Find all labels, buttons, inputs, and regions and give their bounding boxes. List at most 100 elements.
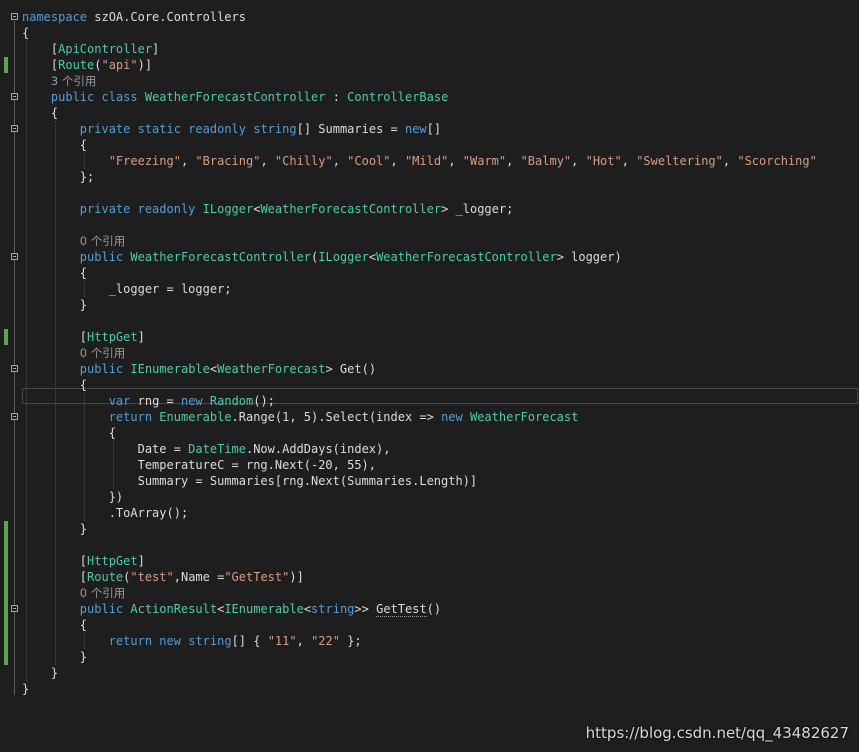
codelens-references[interactable]: 0 个引用 bbox=[80, 345, 125, 361]
code-line[interactable]: public class WeatherForecastController :… bbox=[0, 89, 859, 105]
code-line[interactable]: public WeatherForecastController(ILogger… bbox=[0, 249, 859, 265]
code-text: }; bbox=[22, 169, 94, 185]
code-token: (); bbox=[253, 394, 275, 408]
watermark: https://blog.csdn.net/qq_43482627 bbox=[585, 724, 849, 742]
change-marker bbox=[4, 521, 8, 537]
code-token: TemperatureC = rng.Next(-20, 55), bbox=[22, 458, 377, 472]
code-token: _logger = logger; bbox=[22, 282, 232, 296]
code-text: Summary = Summaries[rng.Next(Summaries.L… bbox=[22, 473, 478, 489]
code-line[interactable]: { bbox=[0, 137, 859, 153]
code-token: [ bbox=[22, 42, 59, 56]
code-token: new bbox=[441, 410, 463, 424]
change-marker bbox=[4, 553, 8, 569]
code-token: }; bbox=[339, 634, 362, 648]
code-line[interactable]: } bbox=[0, 521, 859, 537]
code-line[interactable]: { bbox=[0, 377, 859, 393]
code-token: private bbox=[79, 122, 131, 136]
code-token: , bbox=[296, 634, 312, 648]
code-line[interactable] bbox=[0, 313, 859, 329]
code-line[interactable]: { bbox=[0, 25, 859, 41]
code-line[interactable]: { bbox=[0, 105, 859, 121]
code-token: "Warm" bbox=[462, 154, 507, 168]
code-line[interactable]: public IEnumerable<WeatherForecast> Get(… bbox=[0, 361, 859, 377]
fold-toggle-icon[interactable] bbox=[11, 605, 18, 612]
code-token: ILogger bbox=[202, 202, 254, 216]
code-line[interactable]: { bbox=[0, 617, 859, 633]
code-token: > _logger; bbox=[441, 202, 514, 216]
codelens-references[interactable]: 0 个引用 bbox=[80, 585, 125, 601]
code-line[interactable]: TemperatureC = rng.Next(-20, 55), bbox=[0, 457, 859, 473]
code-line[interactable]: 0 个引用 bbox=[0, 585, 859, 601]
code-token: , bbox=[180, 154, 196, 168]
code-token: WeatherForecastController bbox=[260, 202, 442, 216]
code-token: string bbox=[253, 122, 297, 136]
code-line[interactable]: var rng = new Random(); bbox=[0, 393, 859, 409]
code-text: _logger = logger; bbox=[22, 281, 232, 297]
code-token: [] { bbox=[231, 634, 268, 648]
code-line[interactable]: }; bbox=[0, 169, 859, 185]
code-token: [ bbox=[22, 58, 59, 72]
change-marker bbox=[4, 633, 8, 649]
code-line[interactable]: Summary = Summaries[rng.Next(Summaries.L… bbox=[0, 473, 859, 489]
codelens-references[interactable]: 0 个引用 bbox=[80, 233, 125, 249]
code-line[interactable]: private readonly ILogger<WeatherForecast… bbox=[0, 201, 859, 217]
fold-toggle-icon[interactable] bbox=[11, 413, 18, 420]
code-line[interactable]: return Enumerable.Range(1, 5).Select(ind… bbox=[0, 409, 859, 425]
code-line[interactable]: [HttpGet] bbox=[0, 553, 859, 569]
code-line[interactable]: 0 个引用 bbox=[0, 345, 859, 361]
code-text: return Enumerable.Range(1, 5).Select(ind… bbox=[22, 409, 579, 425]
indent-guide bbox=[83, 153, 85, 169]
code-token: public bbox=[79, 362, 124, 376]
code-token: WeatherForecastController bbox=[376, 250, 557, 264]
code-line[interactable]: private static readonly string[] Summari… bbox=[0, 121, 859, 137]
code-editor[interactable]: namespace szOA.Core.Controllers{ [ApiCon… bbox=[0, 0, 859, 752]
code-line[interactable]: return new string[] { "11", "22" }; bbox=[0, 633, 859, 649]
code-token: DateTime bbox=[188, 442, 246, 456]
code-token: ActionResult bbox=[130, 602, 218, 616]
code-line[interactable]: "Freezing", "Bracing", "Chilly", "Cool",… bbox=[0, 153, 859, 169]
code-token: static bbox=[137, 122, 181, 136]
code-line[interactable]: [HttpGet] bbox=[0, 329, 859, 345]
code-token: ] bbox=[137, 554, 145, 568]
code-token: } bbox=[22, 666, 59, 680]
code-line[interactable]: } bbox=[0, 297, 859, 313]
code-line[interactable]: { bbox=[0, 425, 859, 441]
code-token: new bbox=[180, 394, 203, 408]
codelens-references[interactable]: 3 个引用 bbox=[51, 73, 96, 89]
code-text: [ApiController] bbox=[22, 41, 159, 57]
fold-toggle-icon[interactable] bbox=[11, 93, 18, 100]
code-line[interactable]: [Route("test",Name ="GetTest")] bbox=[0, 569, 859, 585]
code-line[interactable]: } bbox=[0, 681, 859, 697]
code-line[interactable]: .ToArray(); bbox=[0, 505, 859, 521]
code-line[interactable]: { bbox=[0, 265, 859, 281]
code-line[interactable]: }) bbox=[0, 489, 859, 505]
code-line[interactable]: [Route("api")] bbox=[0, 57, 859, 73]
fold-toggle-icon[interactable] bbox=[11, 13, 18, 20]
code-token: )] bbox=[137, 58, 153, 72]
code-text: { bbox=[22, 425, 116, 441]
code-line[interactable]: 0 个引用 bbox=[0, 233, 859, 249]
code-token: "Balmy" bbox=[520, 154, 572, 168]
code-line[interactable] bbox=[0, 217, 859, 233]
code-text: "Freezing", "Bracing", "Chilly", "Cool",… bbox=[22, 153, 817, 169]
code-line[interactable]: 3 个引用 bbox=[0, 73, 859, 89]
indent-guide bbox=[26, 41, 27, 681]
code-line[interactable]: namespace szOA.Core.Controllers bbox=[0, 9, 859, 25]
code-token: IEnumerable bbox=[224, 602, 304, 616]
code-token: ,Name = bbox=[173, 570, 225, 584]
code-line[interactable] bbox=[0, 537, 859, 553]
code-line[interactable]: _logger = logger; bbox=[0, 281, 859, 297]
code-line[interactable]: } bbox=[0, 649, 859, 665]
fold-toggle-icon[interactable] bbox=[11, 125, 18, 132]
code-line[interactable]: [ApiController] bbox=[0, 41, 859, 57]
fold-toggle-icon[interactable] bbox=[11, 365, 18, 372]
fold-toggle-icon[interactable] bbox=[11, 253, 18, 260]
code-line[interactable] bbox=[0, 185, 859, 201]
code-line[interactable]: } bbox=[0, 665, 859, 681]
code-line[interactable]: Date = DateTime.Now.AddDays(index), bbox=[0, 441, 859, 457]
code-token: }; bbox=[22, 170, 95, 184]
code-line[interactable]: public ActionResult<IEnumerable<string>>… bbox=[0, 601, 859, 617]
